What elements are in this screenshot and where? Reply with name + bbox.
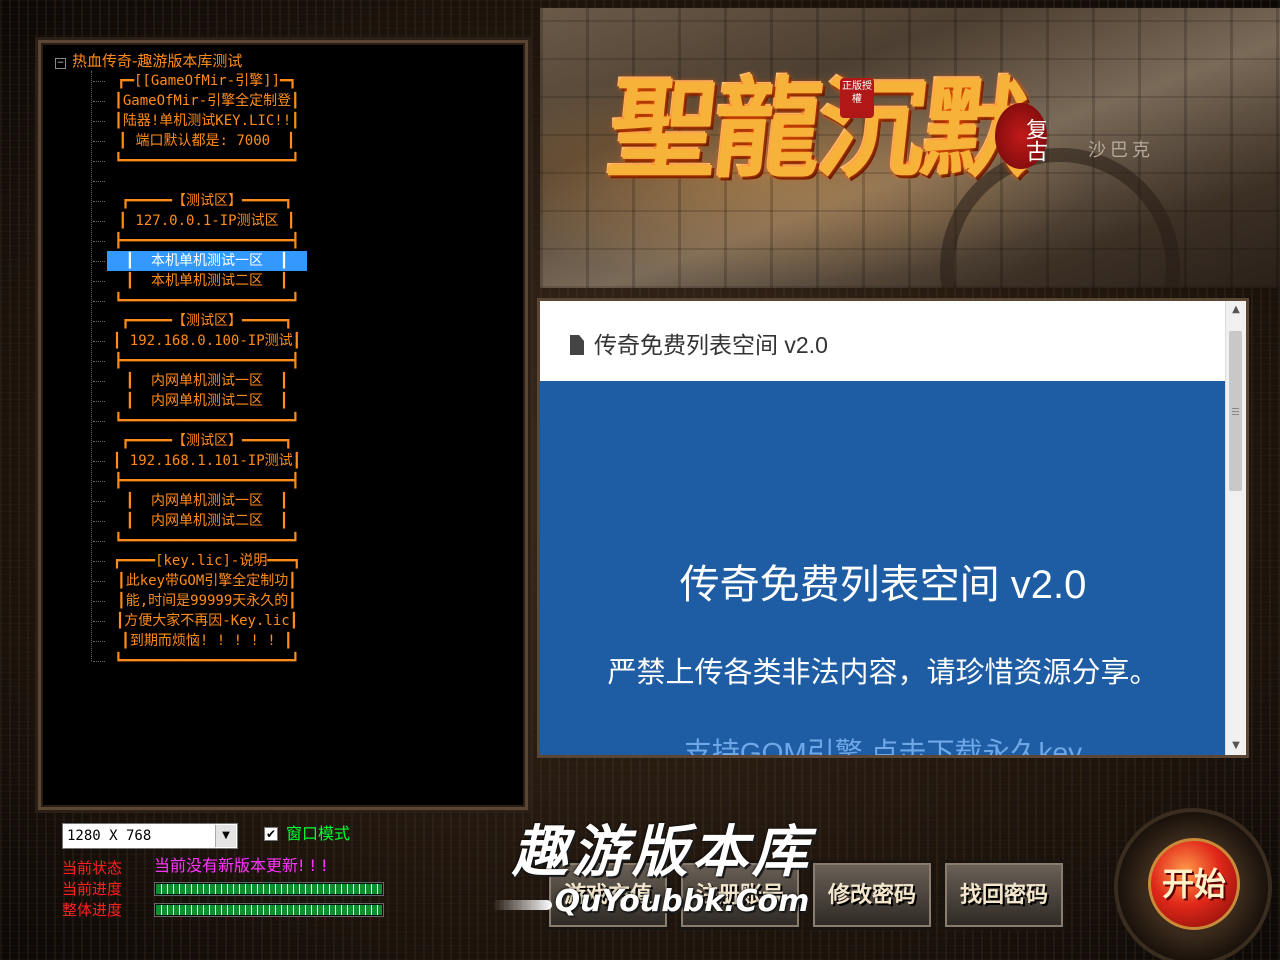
watermark-swoosh [492, 900, 552, 910]
tree-node[interactable]: ┃ 192.168.0.100-IP测试┃ [93, 331, 307, 351]
status-label: 当前状态 [62, 859, 123, 877]
tree-node[interactable]: ┏━━━━━【测试区】━━━━━┓ [93, 431, 307, 451]
web-header: 传奇免费列表空间 v2.0 [540, 301, 1226, 381]
tree-node[interactable]: ┃ 端口默认都是: 7000 ┃ [93, 131, 307, 151]
tree-node[interactable]: ┃到期而烦恼! ! ! ! ! ┃ [93, 631, 307, 651]
tree-node[interactable]: ┃ 本机单机测试二区 ┃ [93, 271, 307, 291]
scroll-down-arrow-icon[interactable]: ▼ [1226, 737, 1246, 755]
tree-node-selected[interactable]: ┃ 本机单机测试一区 ┃ [93, 251, 307, 271]
server-tree-panel: − 热血传奇-趣游版本库测试 ┏━[[GameOfMir-引擎]]━┓ ┃GameO… [38, 40, 528, 810]
window-mode-checkbox[interactable]: ✔ [264, 827, 278, 841]
hero-title: 传奇免费列表空间 v2.0 [679, 563, 1087, 607]
tree-node[interactable]: ┣━━━━━━━━━━━━━━━━━━━━┫ [93, 351, 307, 371]
tree-node[interactable]: ┏━━━━━【测试区】━━━━━┓ [93, 311, 307, 331]
launcher-window: ◻ ✕ −热血传奇-趣游版本库测试 ┏━[[GameOfMir-引擎]]━┓┃G… [0, 0, 1280, 960]
title-subtitle-seal: 复古 [995, 103, 1047, 169]
total-progress-label: 整体进度 [62, 901, 123, 919]
window-mode-label[interactable]: 窗口模式 [286, 823, 350, 845]
tree-node[interactable]: ┏━━━━━【测试区】━━━━━┓ [93, 191, 307, 211]
tree-node[interactable]: ┃陆器!单机测试KEY.LIC!!┃ [93, 111, 307, 131]
tree-node[interactable]: ┏━[[GameOfMir-引擎]]━┓ [93, 71, 307, 91]
tree-node[interactable]: ┃方便大家不再因-Key.lic┃ [93, 611, 307, 631]
change-password-button[interactable]: 修改密码 [810, 860, 934, 930]
server-tree[interactable]: − 热血传奇-趣游版本库测试 ┏━[[GameOfMir-引擎]]━┓ ┃GameO… [49, 51, 517, 799]
web-scrollbar[interactable]: ▲ ▼ [1225, 301, 1246, 755]
tree-node[interactable]: ┃此key带GOM引擎全定制功┃ [93, 571, 307, 591]
tree-node[interactable]: ┗━━━━━━━━━━━━━━━━━━━━┛ [93, 531, 307, 551]
hero-subtitle: 严禁上传各类非法内容，请珍惜资源分享。 [607, 657, 1159, 689]
document-icon [570, 335, 584, 355]
tree-node[interactable] [93, 171, 307, 191]
tree-node[interactable]: ┃ 内网单机测试二区 ┃ [93, 391, 307, 411]
current-progress-label: 当前进度 [62, 880, 123, 898]
tree-node[interactable]: ┣━━━━━━━━━━━━━━━━━━━━┫ [93, 471, 307, 491]
tree-node[interactable]: ┏━━━━[key.lic]-说明━━━┓ [93, 551, 307, 571]
tree-root-label: 热血传奇-趣游版本库测试 [72, 52, 243, 70]
web-hero: 传奇免费列表空间 v2.0 严禁上传各类非法内容，请珍惜资源分享。 支持GOM引… [540, 381, 1226, 755]
chevron-down-icon[interactable]: ▼ [215, 825, 236, 847]
tree-node[interactable]: ┃ 内网单机测试一区 ┃ [93, 371, 307, 391]
tree-node[interactable]: ┗━━━━━━━━━━━━━━━━━━━━┛ [93, 651, 307, 671]
tree-node[interactable]: ┗━━━━━━━━━━━━━━━━━━━━┛ [93, 411, 307, 431]
tree-connector [91, 71, 93, 661]
scroll-thumb[interactable] [1229, 331, 1242, 491]
tree-node[interactable]: ┃ 192.168.1.101-IP测试┃ [93, 451, 307, 471]
download-key-link[interactable]: 支持GOM引擎 点击下载永久key [540, 733, 1226, 755]
total-progress-bar [154, 903, 384, 917]
banner-sign: 沙巴克 [1088, 140, 1154, 161]
tree-node[interactable]: ┃能,时间是99999天永久的┃ [93, 591, 307, 611]
tree-node[interactable]: ┃GameOfMir-引擎全定制登┃ [93, 91, 307, 111]
resolution-value: 1280 X 768 [67, 828, 152, 844]
start-game-button[interactable]: 开始 [1148, 838, 1240, 930]
current-progress-fill [156, 884, 382, 894]
web-header-title: 传奇免费列表空间 v2.0 [594, 332, 828, 358]
collapse-icon[interactable]: − [55, 58, 66, 69]
game-banner: 聖龍沉默 正版授權 复古 沙巴克 [540, 8, 1280, 288]
find-password-button[interactable]: 找回密码 [942, 860, 1066, 930]
resolution-select[interactable]: 1280 X 768 ▼ [62, 823, 238, 849]
register-account-button[interactable]: 注册账号 [678, 860, 802, 930]
recharge-button[interactable]: 游戏充值 [546, 860, 670, 930]
tree-node[interactable]: ┃ 内网单机测试二区 ┃ [93, 511, 307, 531]
tree-node[interactable]: ┃ 内网单机测试一区 ┃ [93, 491, 307, 511]
tree-node[interactable]: ┃ 127.0.0.1-IP测试区 ┃ [93, 211, 307, 231]
total-progress-fill [156, 905, 382, 915]
game-title: 聖龍沉默 [603, 67, 1033, 193]
news-browser[interactable]: 传奇免费列表空间 v2.0 传奇免费列表空间 v2.0 严禁上传各类非法内容，请… [537, 298, 1249, 758]
tree-node[interactable]: ┣━━━━━━━━━━━━━━━━━━━━┫ [93, 231, 307, 251]
scroll-up-arrow-icon[interactable]: ▲ [1226, 301, 1246, 319]
tree-root[interactable]: − 热血传奇-趣游版本库测试 [55, 51, 242, 71]
current-progress-bar [154, 882, 384, 896]
tree-node[interactable]: ┗━━━━━━━━━━━━━━━━━━━━┛ [93, 151, 307, 171]
title-tag: 正版授權 [840, 78, 874, 118]
status-text: 当前没有新版本更新! ! ! [154, 856, 328, 875]
tree-node[interactable]: ┗━━━━━━━━━━━━━━━━━━━━┛ [93, 291, 307, 311]
